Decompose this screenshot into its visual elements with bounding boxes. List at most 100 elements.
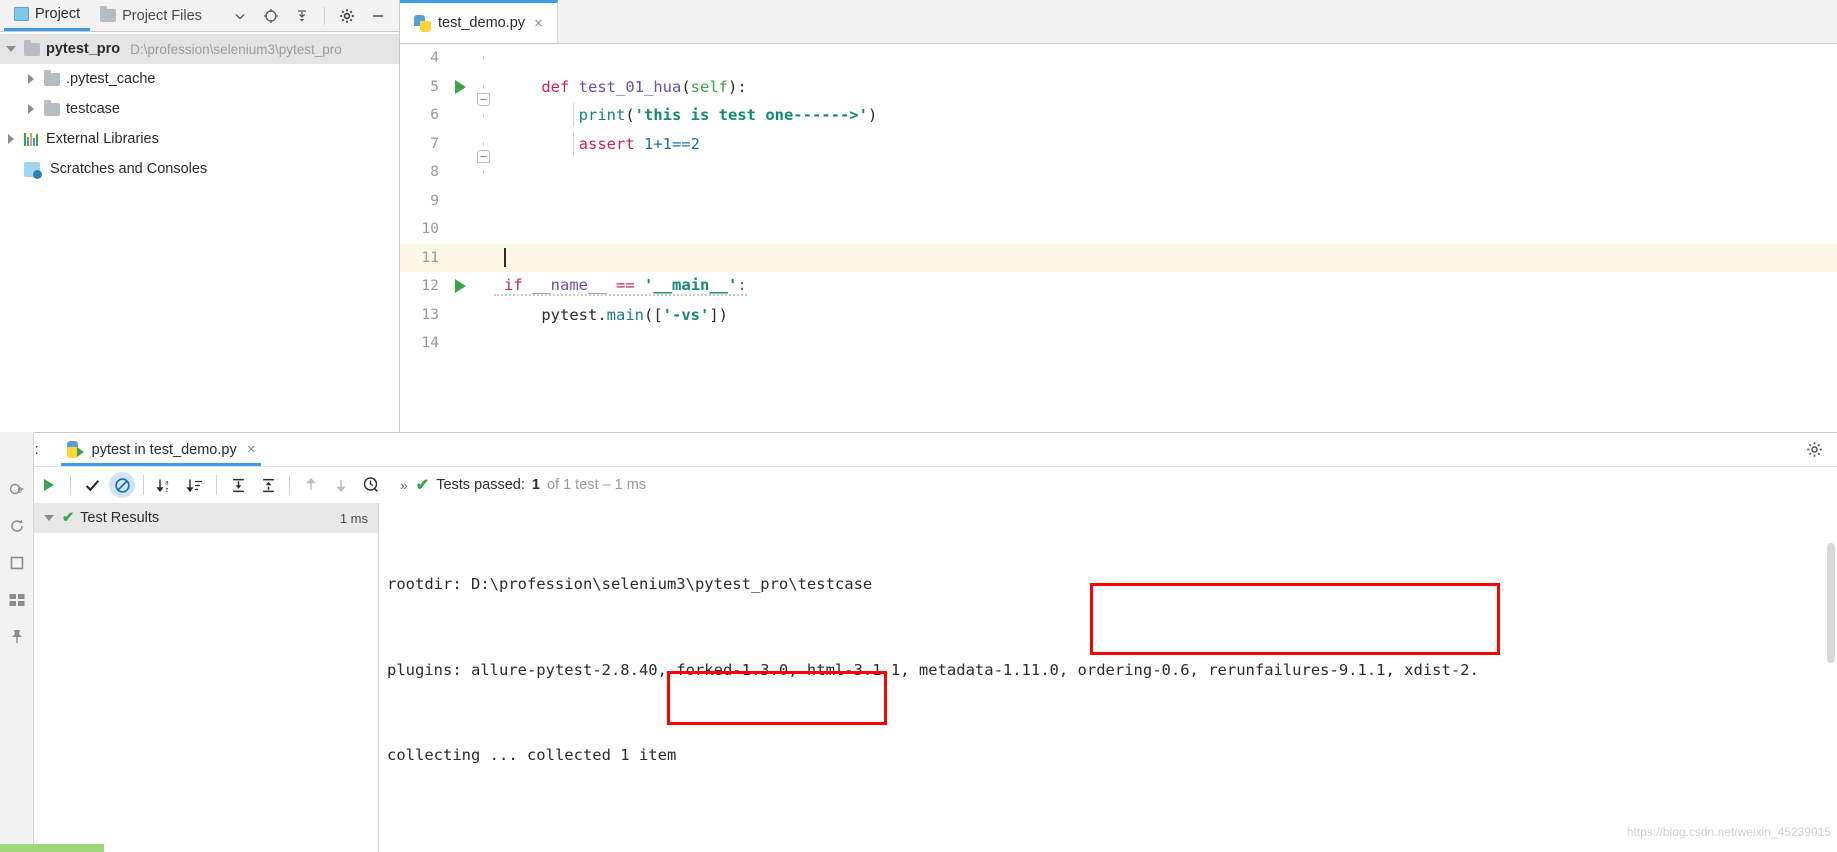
- tree-node-pytest-cache[interactable]: .pytest_cache: [0, 64, 399, 94]
- folder-icon: [44, 99, 60, 116]
- chevron-down-icon[interactable]: [231, 7, 249, 25]
- hide-ignored-icon[interactable]: [107, 470, 137, 500]
- text-caret: [504, 248, 506, 268]
- pycharm-window: Project Project Files pytest_pro D:\prof…: [0, 0, 1837, 852]
- check-icon: ✔: [415, 477, 430, 494]
- chevron-down-icon[interactable]: [6, 43, 18, 55]
- previous-failed-icon[interactable]: [296, 470, 326, 500]
- editor-tab-label: test_demo.py: [438, 15, 526, 31]
- svg-text:9: 9: [18, 486, 23, 495]
- code-line-6: 6 print('this is test one------>'): [400, 101, 1837, 130]
- line-number: 8: [430, 164, 439, 181]
- test-history-icon[interactable]: [356, 470, 386, 500]
- gear-icon[interactable]: [1806, 441, 1823, 463]
- next-failed-icon[interactable]: [326, 470, 356, 500]
- tree-node-label: testcase: [66, 101, 120, 117]
- console-scrollbar[interactable]: [1827, 543, 1835, 663]
- locate-target-icon[interactable]: [262, 7, 280, 25]
- collapse-all-icon[interactable]: [293, 7, 311, 25]
- string-literal: '__main__': [644, 276, 738, 295]
- code-line-13: 13 pytest.main(['-vs']): [400, 301, 1837, 330]
- run-tab-pytest[interactable]: pytest in test_demo.py ×: [60, 433, 262, 466]
- tab-project-label: Project: [35, 6, 81, 22]
- chevron-right-icon[interactable]: [26, 73, 38, 85]
- chevron-right-icon[interactable]: [26, 103, 38, 115]
- line-number: 4: [430, 50, 439, 67]
- scratches-icon: [24, 161, 42, 179]
- watermark: https://blog.csdn.net/weixin_45239015: [1626, 824, 1831, 839]
- line-number: 5: [430, 78, 439, 95]
- chevron-right-icon[interactable]: [6, 133, 18, 145]
- line-number: 7: [430, 135, 439, 152]
- chevron-down-icon[interactable]: [44, 512, 56, 524]
- tree-node-label: Scratches and Consoles: [50, 161, 208, 177]
- folder-icon: [44, 69, 60, 86]
- toolbar-divider: [143, 475, 144, 495]
- pytest-run-icon: [66, 441, 84, 458]
- minimize-icon[interactable]: [369, 7, 387, 25]
- console-output[interactable]: rootdir: D:\profession\selenium3\pytest_…: [379, 503, 1837, 852]
- tree-node-testcase[interactable]: testcase: [0, 94, 399, 124]
- show-passed-icon[interactable]: [77, 470, 107, 500]
- code-text: print('this is test one------>'): [494, 103, 877, 128]
- code-line-4: 4: [400, 44, 1837, 73]
- code-text: if __name__ == '__main__':: [494, 276, 747, 297]
- python-file-icon: [414, 14, 431, 32]
- line-number: 9: [430, 192, 439, 209]
- builtin-print: print: [578, 106, 626, 125]
- code-line-10: 10: [400, 215, 1837, 244]
- tree-node-label: External Libraries: [46, 131, 159, 147]
- tree-node-label: pytest_pro: [46, 41, 121, 57]
- pin-icon[interactable]: [0, 618, 34, 655]
- line-number: 11: [421, 249, 439, 266]
- test-status-text: ✔ Tests passed: 1 of 1 test – 1 ms: [416, 475, 646, 495]
- test-results-row[interactable]: ✔ Test Results 1 ms: [34, 503, 378, 533]
- sort-by-duration-icon[interactable]: [180, 470, 210, 500]
- toolbar-divider: [70, 475, 71, 495]
- overflow-icon[interactable]: »: [400, 477, 408, 493]
- sort-alphabetically-icon[interactable]: az: [150, 470, 180, 500]
- expand-all-icon[interactable]: [223, 470, 253, 500]
- run-toolbar: az » ✔ Tests passed: 1 of 1 test – 1 ms: [0, 467, 1837, 503]
- tree-node-external-libraries[interactable]: External Libraries: [0, 124, 399, 154]
- test-results-tree: ✔ Test Results 1 ms: [34, 503, 379, 852]
- close-icon[interactable]: ×: [247, 441, 256, 458]
- code-line-12: 12 if __name__ == '__main__':: [400, 272, 1837, 301]
- layout-icon[interactable]: [0, 581, 34, 618]
- close-icon[interactable]: ×: [534, 15, 543, 32]
- tab-project-files-label: Project Files: [122, 7, 202, 24]
- debugger-icon[interactable]: 9: [0, 470, 34, 507]
- tab-project[interactable]: Project: [4, 0, 91, 31]
- collapse-all-icon[interactable]: [253, 470, 283, 500]
- project-panel-header: Project Project Files: [0, 0, 399, 32]
- code-line-14: 14: [400, 329, 1837, 358]
- stdout-annotation-box: [1090, 583, 1500, 655]
- summary-annotation-box: [667, 671, 887, 725]
- keyword-def: def: [541, 77, 570, 96]
- code-line-11: 11: [400, 243, 1837, 272]
- tree-node-scratches-and-consoles[interactable]: Scratches and Consoles: [0, 154, 399, 184]
- tree-node-pytest-pro[interactable]: pytest_pro D:\profession\selenium3\pytes…: [0, 34, 399, 64]
- svg-text:z: z: [165, 486, 169, 493]
- run-main-gutter-icon[interactable]: [448, 279, 472, 294]
- keyword-if: if: [504, 276, 523, 295]
- editor-tabbar: test_demo.py ×: [400, 0, 1837, 44]
- run-tool-window: Run: pytest in test_demo.py ×: [0, 432, 1837, 852]
- toolbar-divider: [324, 6, 325, 25]
- code-text: [494, 248, 506, 268]
- gear-icon[interactable]: [338, 7, 356, 25]
- status-prefix: Tests passed:: [436, 477, 525, 493]
- stop-icon[interactable]: [0, 544, 34, 581]
- code-line-8: 8: [400, 158, 1837, 187]
- project-icon: [14, 7, 29, 21]
- editor-tab-test-demo[interactable]: test_demo.py ×: [400, 0, 558, 43]
- run-test-gutter-icon[interactable]: [448, 79, 472, 94]
- svg-text:a: a: [165, 479, 169, 486]
- run-panel-side-rail: 9: [0, 432, 34, 852]
- code-editor[interactable]: 4 5 def test_01_hua(self): 6 print('this…: [400, 44, 1837, 432]
- rerun-tests-icon[interactable]: [34, 470, 64, 500]
- editor-area: test_demo.py × 4 5 def test_01_hua(self)…: [400, 0, 1837, 432]
- project-tree: pytest_pro D:\profession\selenium3\pytes…: [0, 32, 399, 184]
- tab-project-files[interactable]: Project Files: [90, 0, 212, 31]
- rerun-icon[interactable]: [0, 507, 34, 544]
